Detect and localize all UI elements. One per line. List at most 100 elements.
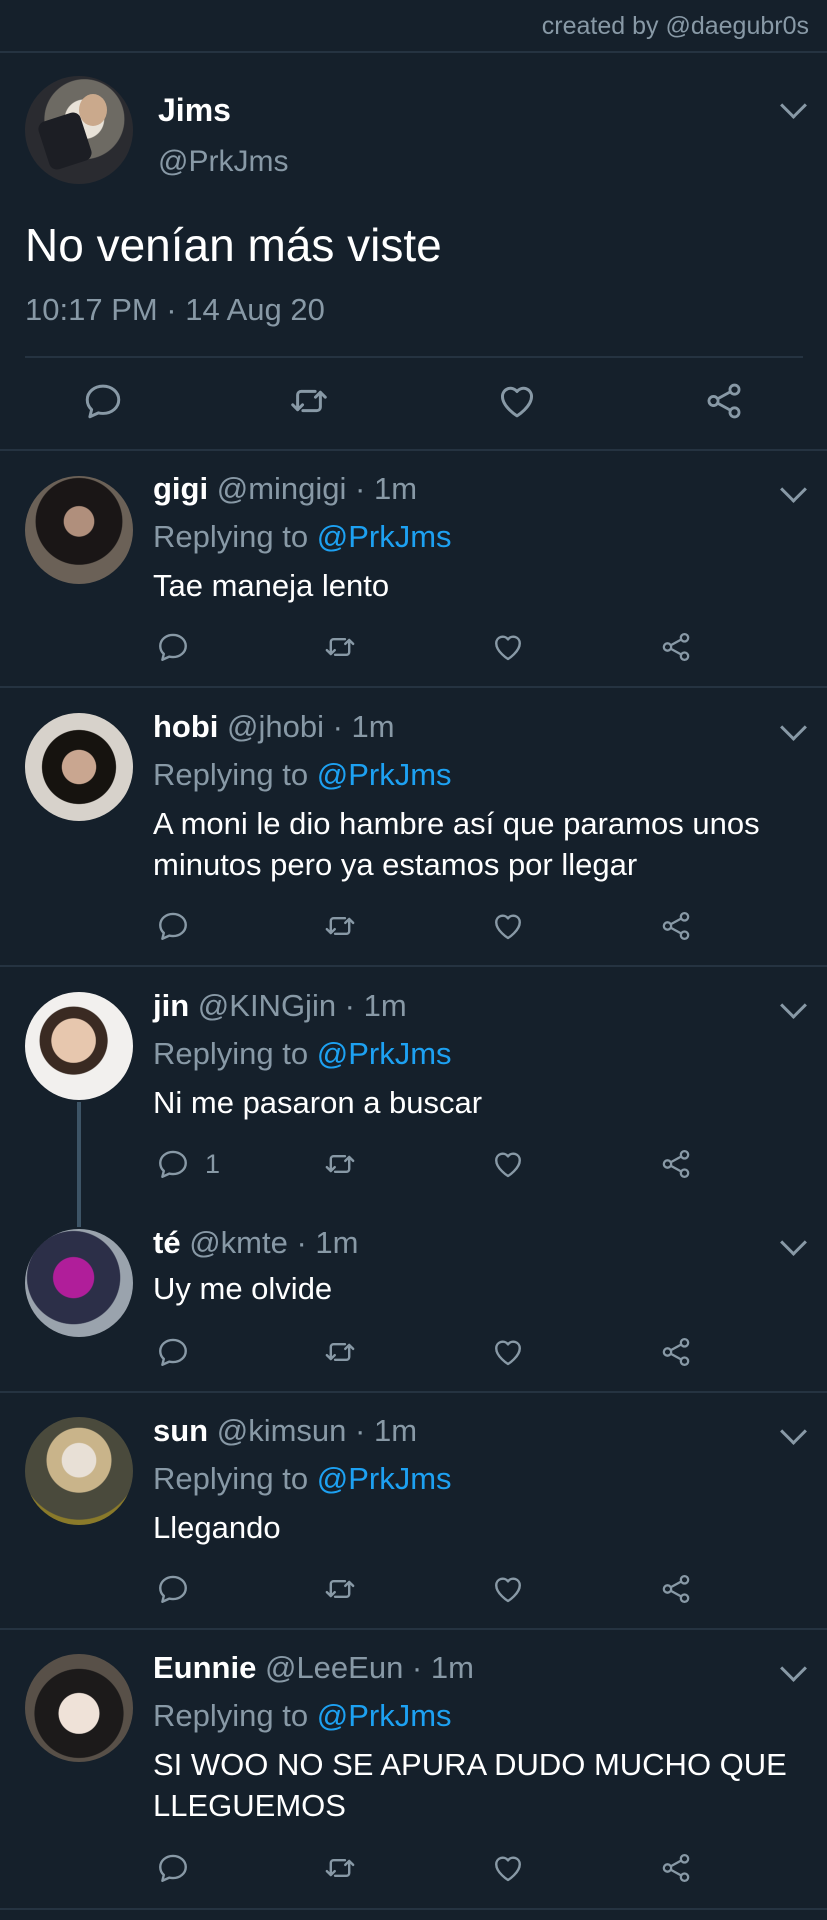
- share-button[interactable]: [659, 1335, 693, 1369]
- replying-to-label: Replying to: [153, 1698, 309, 1733]
- reply-button[interactable]: [156, 630, 190, 664]
- author-meta: @kmte · 1m: [189, 1225, 359, 1260]
- avatar[interactable]: [25, 992, 133, 1100]
- mention-link[interactable]: @PrkJms: [317, 1461, 452, 1496]
- share-button[interactable]: [659, 1147, 693, 1181]
- retweet-button[interactable]: [321, 630, 359, 664]
- reply-button[interactable]: [156, 1335, 190, 1369]
- avatar[interactable]: [25, 1417, 133, 1525]
- reply-button[interactable]: [156, 1147, 190, 1181]
- speech-bubble-icon: [156, 909, 190, 943]
- retweet-button[interactable]: [321, 1851, 359, 1885]
- speech-bubble-icon: [156, 1335, 190, 1369]
- heart-icon: [491, 1335, 525, 1369]
- like-button[interactable]: [491, 630, 525, 664]
- credit-label: created by @daegubr0s: [541, 12, 809, 40]
- chevron-down-icon[interactable]: [780, 1229, 807, 1256]
- divider: [0, 1391, 827, 1393]
- heart-icon: [491, 1572, 525, 1606]
- chevron-down-icon[interactable]: [780, 92, 807, 119]
- chevron-down-icon[interactable]: [780, 714, 807, 741]
- replying-to-label: Replying to: [153, 519, 309, 554]
- reply-text: Tae maneja lento: [153, 568, 390, 603]
- author-name[interactable]: Eunnie: [153, 1650, 256, 1685]
- chevron-down-icon[interactable]: [780, 476, 807, 503]
- tweet-timestamp[interactable]: 10:17 PM · 14 Aug 20: [25, 292, 325, 328]
- reply-text: Uy me olvide: [153, 1271, 333, 1306]
- like-button[interactable]: [491, 909, 525, 943]
- share-button[interactable]: [659, 909, 693, 943]
- divider: [0, 965, 827, 967]
- author-name[interactable]: Jims: [158, 92, 231, 129]
- like-button[interactable]: [491, 1572, 525, 1606]
- mention-link[interactable]: @PrkJms: [317, 757, 452, 792]
- speech-bubble-icon: [156, 1851, 190, 1885]
- heart-icon: [491, 630, 525, 664]
- divider: [0, 1628, 827, 1630]
- avatar[interactable]: [25, 476, 133, 584]
- like-button[interactable]: [496, 380, 538, 422]
- retweet-button[interactable]: [286, 380, 332, 422]
- divider: [0, 686, 827, 688]
- author-name[interactable]: sun: [153, 1413, 208, 1448]
- speech-bubble-icon: [156, 630, 190, 664]
- chevron-down-icon[interactable]: [780, 1655, 807, 1682]
- avatar[interactable]: [25, 1654, 133, 1762]
- share-icon: [703, 380, 745, 422]
- reply-button[interactable]: [156, 1851, 190, 1885]
- author-handle[interactable]: @PrkJms: [158, 145, 288, 179]
- author-name[interactable]: jin: [153, 988, 189, 1023]
- mention-link[interactable]: @PrkJms: [317, 1036, 452, 1071]
- replying-to-label: Replying to: [153, 757, 309, 792]
- share-icon: [659, 1147, 693, 1181]
- divider: [0, 51, 827, 53]
- share-icon: [659, 1851, 693, 1885]
- reply-button[interactable]: [82, 380, 124, 422]
- reply-button[interactable]: [156, 1572, 190, 1606]
- share-icon: [659, 1572, 693, 1606]
- avatar[interactable]: [25, 713, 133, 821]
- share-button[interactable]: [659, 1851, 693, 1885]
- reply-count: 1: [205, 1149, 221, 1179]
- speech-bubble-icon: [156, 1572, 190, 1606]
- reply-text: SI WOO NO SE APURA DUDO MUCHO QUE LLEGUE…: [153, 1747, 787, 1823]
- chevron-down-icon[interactable]: [780, 992, 807, 1019]
- author-meta: @LeeEun · 1m: [264, 1650, 474, 1685]
- author-meta: @jhobi · 1m: [227, 709, 395, 744]
- retweet-button[interactable]: [321, 1147, 359, 1181]
- like-button[interactable]: [491, 1851, 525, 1885]
- author-meta: @kimsun · 1m: [216, 1413, 418, 1448]
- avatar[interactable]: [25, 76, 133, 184]
- retweet-button[interactable]: [321, 1572, 359, 1606]
- reply-text: A moni le dio hambre así que paramos uno…: [153, 806, 760, 882]
- like-button[interactable]: [491, 1335, 525, 1369]
- mention-link[interactable]: @PrkJms: [317, 1698, 452, 1733]
- avatar[interactable]: [25, 1229, 133, 1337]
- share-icon: [659, 909, 693, 943]
- thread-connector: [77, 1102, 81, 1227]
- retweet-icon: [321, 1572, 359, 1606]
- retweet-button[interactable]: [321, 1335, 359, 1369]
- speech-bubble-icon: [82, 380, 124, 422]
- heart-icon: [491, 909, 525, 943]
- reply-text: Ni me pasaron a buscar: [153, 1085, 483, 1120]
- replying-to-label: Replying to: [153, 1461, 309, 1496]
- author-meta: @mingigi · 1m: [216, 471, 418, 506]
- retweet-icon: [286, 380, 332, 422]
- share-button[interactable]: [659, 630, 693, 664]
- share-button[interactable]: [659, 1572, 693, 1606]
- author-name[interactable]: gigi: [153, 471, 208, 506]
- like-button[interactable]: [491, 1147, 525, 1181]
- chevron-down-icon[interactable]: [780, 1418, 807, 1445]
- author-name[interactable]: hobi: [153, 709, 218, 744]
- share-icon: [659, 630, 693, 664]
- retweet-button[interactable]: [321, 909, 359, 943]
- author-name[interactable]: té: [153, 1225, 181, 1260]
- heart-icon: [496, 380, 538, 422]
- retweet-icon: [321, 1147, 359, 1181]
- speech-bubble-icon: [156, 1147, 190, 1181]
- reply-button[interactable]: [156, 909, 190, 943]
- divider: [0, 449, 827, 451]
- share-button[interactable]: [703, 380, 745, 422]
- mention-link[interactable]: @PrkJms: [317, 519, 452, 554]
